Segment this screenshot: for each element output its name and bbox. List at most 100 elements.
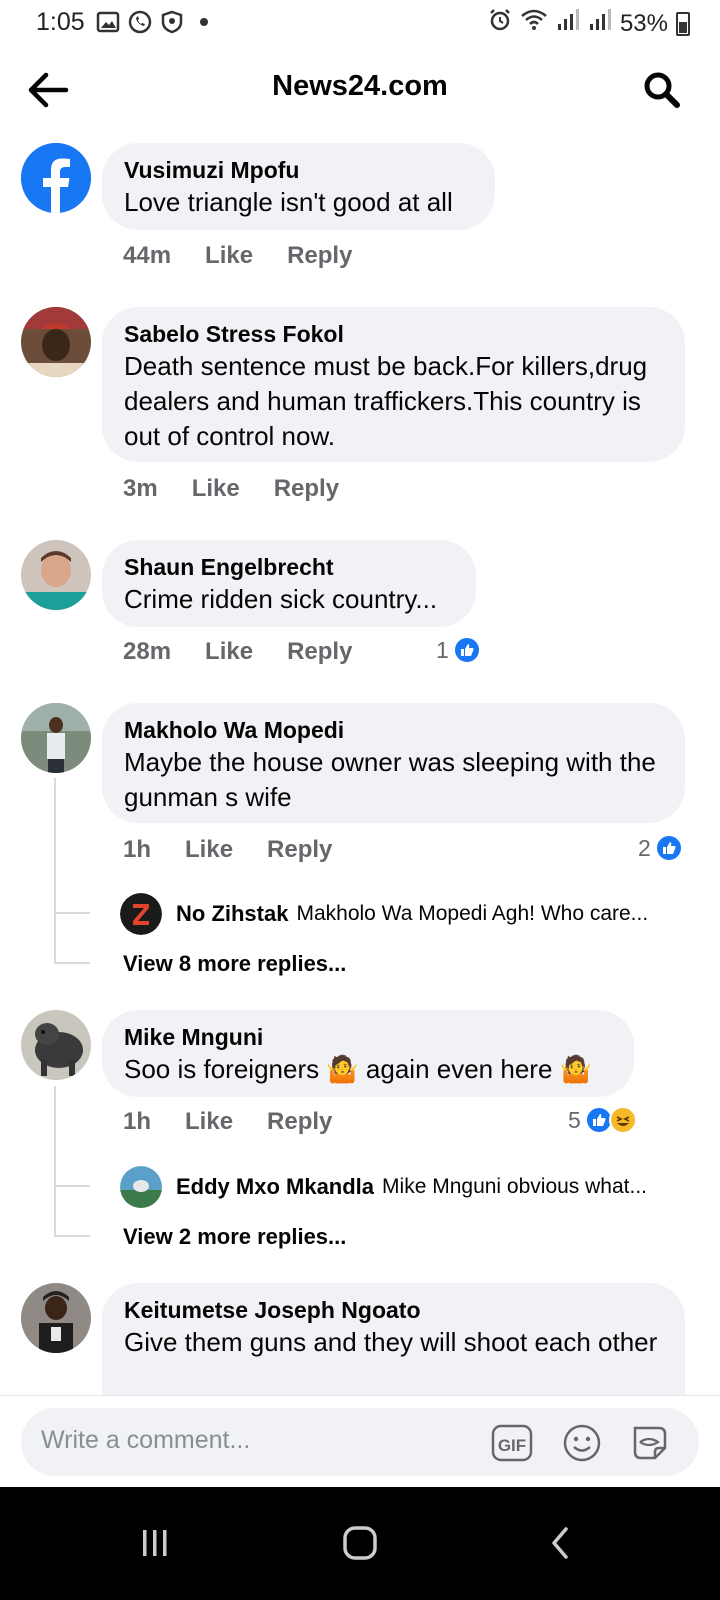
reply-thread-hook xyxy=(54,912,90,914)
reaction-number: 5 xyxy=(568,1106,581,1133)
comment-text: Love triangle isn't good at all xyxy=(124,187,453,217)
reply-thread-line xyxy=(54,778,56,963)
comment-author[interactable]: Vusimuzi Mpofu xyxy=(124,155,473,185)
battery-icon xyxy=(676,11,690,36)
avatar[interactable] xyxy=(120,893,162,935)
page-title: News24.com xyxy=(272,70,448,102)
reply-author[interactable]: Eddy Mxo Mkandla xyxy=(176,1174,374,1200)
like-button[interactable]: Like xyxy=(205,638,253,666)
comment-time[interactable]: 28m xyxy=(123,638,171,666)
comment-bubble[interactable]: Mike Mnguni Soo is foreigners 🤷 again ev… xyxy=(102,1010,634,1097)
status-bar: 1:05 53% xyxy=(0,0,720,46)
sticker-button[interactable] xyxy=(629,1422,671,1464)
reply-button[interactable]: Reply xyxy=(287,242,352,270)
comment-actions: 3m Like Reply xyxy=(123,475,339,503)
avatar[interactable] xyxy=(21,1283,91,1353)
comment-actions: 28m Like Reply xyxy=(123,638,352,666)
user-photo-icon xyxy=(21,540,91,610)
gallery-icon xyxy=(96,10,120,34)
avatar[interactable] xyxy=(21,703,91,773)
back-nav-button[interactable] xyxy=(536,1521,586,1565)
gif-button[interactable]: GIF xyxy=(491,1422,533,1464)
reply-thread-hook xyxy=(54,962,90,964)
avatar[interactable] xyxy=(120,1166,162,1208)
comment-composer: GIF xyxy=(0,1395,720,1487)
reaction-count[interactable]: 2 xyxy=(638,834,683,862)
notification-icons xyxy=(96,10,208,34)
reply-thread-hook xyxy=(54,1185,90,1187)
comment-author[interactable]: Shaun Engelbrecht xyxy=(124,552,454,582)
recent-apps-button[interactable] xyxy=(130,1521,180,1565)
like-reaction-icon xyxy=(452,636,481,664)
like-button[interactable]: Like xyxy=(185,1108,233,1136)
user-photo-icon xyxy=(21,307,91,377)
battery-percent: 53% xyxy=(619,9,668,37)
comment-time[interactable]: 44m xyxy=(123,242,171,270)
search-icon xyxy=(644,72,680,108)
comment-author[interactable]: Sabelo Stress Fokol xyxy=(124,319,663,349)
sticker-icon xyxy=(633,1426,667,1460)
user-photo-icon xyxy=(120,1166,162,1208)
comment-time[interactable]: 1h xyxy=(123,836,151,864)
reply-snippet: Makholo Wa Mopedi Agh! Who care... xyxy=(296,902,649,925)
gif-icon: GIF xyxy=(491,1424,533,1462)
comment-bubble[interactable]: Shaun Engelbrecht Crime ridden sick coun… xyxy=(102,540,476,627)
comment-actions: 1h Like Reply xyxy=(123,836,332,864)
status-time: 1:05 xyxy=(36,8,85,36)
view-more-replies-link[interactable]: View 2 more replies... xyxy=(123,1224,346,1250)
comment-input[interactable] xyxy=(41,1426,441,1455)
comment-actions: 1h Like Reply xyxy=(123,1108,332,1136)
emoji-button[interactable] xyxy=(561,1422,603,1464)
comment-actions: 44m Like Reply xyxy=(123,242,352,270)
comment-text: Give them guns and they will shoot each … xyxy=(124,1327,658,1357)
reply-author[interactable]: No Zihstak xyxy=(176,901,288,927)
user-photo-icon xyxy=(21,703,91,773)
user-logo-icon xyxy=(120,893,162,935)
gif-label: GIF xyxy=(498,1436,526,1455)
avatar[interactable] xyxy=(21,1010,91,1080)
reaction-number: 2 xyxy=(638,834,651,861)
avatar[interactable] xyxy=(21,540,91,610)
reply-button[interactable]: Reply xyxy=(267,836,332,864)
comment-input-container[interactable]: GIF xyxy=(21,1408,699,1476)
like-button[interactable]: Like xyxy=(185,836,233,864)
like-button[interactable]: Like xyxy=(192,475,240,503)
system-navigation-bar xyxy=(0,1487,720,1600)
reply-preview[interactable]: No Zihstak Makholo Wa Mopedi Agh! Who ca… xyxy=(120,893,690,935)
shield-icon xyxy=(160,10,184,34)
comment-bubble[interactable]: Vusimuzi Mpofu Love triangle isn't good … xyxy=(102,143,495,230)
reply-thread-hook xyxy=(54,1235,90,1237)
home-icon xyxy=(343,1526,377,1560)
reaction-count[interactable]: 5 xyxy=(568,1106,637,1134)
reply-button[interactable]: Reply xyxy=(267,1108,332,1136)
like-button[interactable]: Like xyxy=(205,242,253,270)
comment-text: Crime ridden sick country... xyxy=(124,584,438,614)
smiley-icon xyxy=(563,1424,601,1462)
comment-bubble[interactable]: Makholo Wa Mopedi Maybe the house owner … xyxy=(102,703,685,823)
search-button[interactable] xyxy=(642,70,682,110)
comment-author[interactable]: Mike Mnguni xyxy=(124,1022,612,1052)
wifi-icon xyxy=(520,8,548,39)
comment-author[interactable]: Keitumetse Joseph Ngoato xyxy=(124,1295,663,1325)
comment-text: Soo is foreigners 🤷 again even here 🤷 xyxy=(124,1054,592,1084)
comment-author[interactable]: Makholo Wa Mopedi xyxy=(124,715,663,745)
reply-button[interactable]: Reply xyxy=(287,638,352,666)
reply-preview[interactable]: Eddy Mxo Mkandla Mike Mnguni obvious wha… xyxy=(120,1166,690,1208)
view-more-replies-link[interactable]: View 8 more replies... xyxy=(123,951,346,977)
comment-time[interactable]: 1h xyxy=(123,1108,151,1136)
comment-time[interactable]: 3m xyxy=(123,475,158,503)
reaction-count[interactable]: 1 xyxy=(436,636,481,664)
whatsapp-icon xyxy=(128,10,152,34)
system-icons: 53% xyxy=(488,8,690,39)
app-header: News24.com xyxy=(0,50,720,130)
chevron-left-icon xyxy=(552,1527,568,1559)
reply-button[interactable]: Reply xyxy=(274,475,339,503)
recent-apps-icon xyxy=(143,1530,167,1556)
home-button[interactable] xyxy=(335,1521,385,1565)
avatar[interactable] xyxy=(21,307,91,377)
comment-bubble[interactable]: Sabelo Stress Fokol Death sentence must … xyxy=(102,307,685,462)
comment-bubble[interactable]: Keitumetse Joseph Ngoato Give them guns … xyxy=(102,1283,685,1395)
avatar[interactable] xyxy=(21,143,91,213)
reply-thread-line xyxy=(54,1086,56,1236)
user-photo-icon xyxy=(21,1010,91,1080)
